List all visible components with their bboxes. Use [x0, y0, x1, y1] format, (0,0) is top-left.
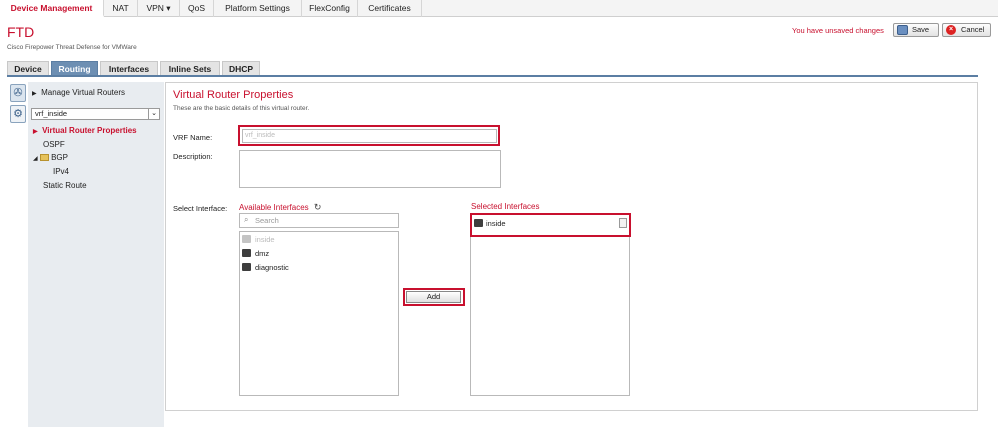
routing-icon[interactable]: ✇: [10, 84, 26, 102]
description-field[interactable]: [239, 150, 501, 188]
tab-dhcp[interactable]: DHCP: [222, 61, 260, 75]
interface-icon: [242, 249, 251, 257]
vrf-name-field[interactable]: vrf_inside: [242, 129, 497, 143]
selected-interfaces-heading: Selected Interfaces: [471, 202, 540, 211]
chevron-down-icon: ⌄: [148, 109, 159, 119]
cancel-button-label: Cancel: [961, 25, 985, 34]
manage-virtual-routers-label: Manage Virtual Routers: [41, 88, 125, 97]
available-interfaces-heading: Available Interfaces ↻: [239, 202, 321, 213]
vrf-name-label: VRF Name:: [173, 133, 213, 142]
active-arrow-icon: ▶: [33, 129, 38, 135]
manage-virtual-routers-link[interactable]: ▶ Manage Virtual Routers: [32, 88, 125, 97]
sidebar-item-ipv4[interactable]: IPv4: [53, 167, 69, 176]
nav-qos[interactable]: QoS: [180, 0, 214, 17]
available-interface-diagnostic[interactable]: diagnostic: [255, 263, 289, 272]
sidebar-item-label: Virtual Router Properties: [42, 126, 137, 135]
cancel-icon: ×: [946, 25, 956, 35]
available-interface-dmz[interactable]: dmz: [255, 249, 269, 258]
page-title: FTD: [7, 24, 35, 40]
top-nav: Device Management NAT VPN ▾ QoS Platform…: [0, 0, 998, 17]
tab-inline-sets[interactable]: Inline Sets: [160, 61, 220, 75]
search-placeholder: Search: [255, 216, 279, 225]
section-heading: Virtual Router Properties: [173, 89, 294, 101]
trash-icon[interactable]: [619, 218, 627, 228]
search-icon: ⌕: [244, 215, 249, 224]
sidebar-item-static-route[interactable]: Static Route: [43, 181, 87, 190]
nav-device-management[interactable]: Device Management: [0, 0, 104, 17]
save-button[interactable]: Save: [893, 23, 939, 37]
sidebar-item-ospf[interactable]: OSPF: [43, 140, 65, 149]
gear-icon[interactable]: ⚙: [10, 105, 26, 123]
interface-icon: [242, 235, 251, 243]
tab-underline: [7, 75, 978, 77]
interface-icon: [474, 219, 483, 227]
collapse-triangle-icon: ◢: [33, 156, 38, 162]
refresh-icon[interactable]: ↻: [314, 202, 322, 212]
selected-interface-inside[interactable]: inside: [486, 219, 506, 228]
available-interface-inside: inside: [255, 235, 275, 244]
sidebar-item-bgp[interactable]: ◢ BGP: [33, 153, 68, 162]
floppy-disk-icon: [897, 25, 908, 35]
add-button[interactable]: Add: [406, 291, 461, 303]
selected-interfaces-list[interactable]: [470, 213, 630, 396]
interface-icon: [242, 263, 251, 271]
interface-search-box[interactable]: ⌕ Search: [239, 213, 399, 228]
available-interfaces-title: Available Interfaces: [239, 203, 309, 212]
nav-nat[interactable]: NAT: [104, 0, 138, 17]
tab-routing[interactable]: Routing: [51, 61, 98, 75]
nav-certificates[interactable]: Certificates: [358, 0, 422, 17]
side-icon-column: [9, 82, 28, 427]
nav-vpn[interactable]: VPN ▾: [138, 0, 180, 17]
virtual-router-select-value: vrf_inside: [35, 109, 68, 118]
nav-flexconfig[interactable]: FlexConfig: [302, 0, 358, 17]
save-button-label: Save: [912, 25, 930, 34]
expand-arrow-icon: ▶: [32, 91, 37, 97]
section-description: These are the basic details of this virt…: [173, 105, 310, 112]
page-subtitle: Cisco Firepower Threat Defense for VMWar…: [7, 44, 137, 51]
sidebar-item-virtual-router-properties[interactable]: ▶ Virtual Router Properties: [33, 126, 137, 135]
unsaved-changes-text: You have unsaved changes: [792, 26, 884, 35]
tab-device[interactable]: Device: [7, 61, 49, 75]
sidebar-item-label: BGP: [51, 153, 68, 162]
virtual-router-select[interactable]: vrf_inside ⌄: [31, 108, 160, 120]
description-label: Description:: [173, 152, 213, 161]
nav-platform-settings[interactable]: Platform Settings: [214, 0, 302, 17]
folder-icon: [39, 154, 49, 162]
cancel-button[interactable]: × Cancel: [942, 23, 991, 37]
select-interface-label: Select Interface:: [173, 204, 228, 213]
tab-interfaces[interactable]: Interfaces: [100, 61, 158, 75]
